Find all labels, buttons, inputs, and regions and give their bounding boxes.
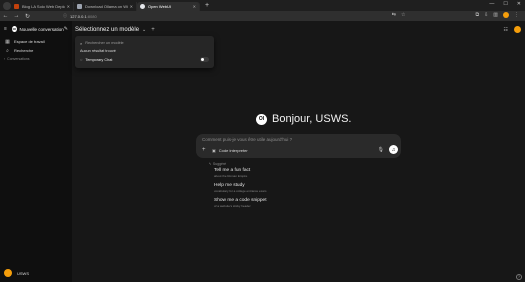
main-area: Sélectionnez un modèle ⌄ + ☷ ⌕ Recherche… bbox=[72, 21, 525, 282]
tab-favicon-icon bbox=[140, 4, 145, 9]
sidebar-header: ≡ OI Nouvelle conversation ✎ bbox=[0, 21, 72, 37]
sidebar: ≡ OI Nouvelle conversation ✎ ▦ Espace de… bbox=[0, 21, 72, 282]
search-placeholder: Rechercher un modèle bbox=[85, 41, 124, 45]
translate-icon[interactable]: ⇆ bbox=[392, 12, 396, 18]
new-tab-icon[interactable]: + bbox=[205, 2, 209, 9]
user-menu[interactable]: USWS bbox=[4, 269, 29, 277]
tool-label: Code interpreter bbox=[218, 148, 248, 153]
hamburger-icon[interactable]: ≡ bbox=[4, 26, 7, 32]
section-label: Conversations bbox=[7, 57, 30, 61]
window-controls: — ☐ ✕ bbox=[489, 1, 521, 7]
sidebar-item-workspace[interactable]: ▦ Espace de travail bbox=[0, 37, 72, 46]
app-logo-icon: OI bbox=[11, 26, 17, 32]
downloads-icon[interactable]: ⇩ bbox=[484, 12, 488, 18]
suggestion-subtitle: vocabulary for a college entrance exam bbox=[214, 189, 267, 193]
close-window-icon[interactable]: ✕ bbox=[517, 1, 521, 7]
browser-tab[interactable]: Blog LA Solo Web Deployment ✕ bbox=[11, 2, 74, 11]
tab-strip: Blog LA Solo Web Deployment ✕ Download O… bbox=[0, 0, 525, 11]
workspace-icon: ▦ bbox=[5, 38, 10, 45]
help-icon[interactable]: ? bbox=[516, 274, 522, 280]
close-tab-icon[interactable]: ✕ bbox=[130, 4, 133, 9]
close-tab-icon[interactable]: ✕ bbox=[193, 4, 196, 9]
code-interpreter-button[interactable]: ▣ Code interpreter bbox=[212, 148, 248, 153]
sidebar-item-search[interactable]: ⌕ Recherche bbox=[0, 46, 72, 55]
main-header-actions: ☷ bbox=[504, 26, 521, 33]
suggestion-item[interactable]: Show me a code snippet of a website's st… bbox=[214, 198, 267, 208]
model-search-input[interactable]: ⌕ Rechercher un modèle bbox=[75, 39, 214, 47]
browser-tab-active[interactable]: Open WebUI ✕ bbox=[137, 2, 200, 11]
maximize-icon[interactable]: ☐ bbox=[503, 1, 507, 7]
tab-title: Download Ollama on Windows bbox=[85, 4, 128, 9]
bookmark-icon[interactable]: ☆ bbox=[401, 12, 405, 18]
suggestion-item[interactable]: Tell me a fun fact about the Roman Empir… bbox=[214, 168, 250, 178]
url-host: 127.0.0.1 bbox=[70, 13, 87, 19]
controls-icon[interactable]: ☷ bbox=[504, 27, 508, 33]
tab-title: Open WebUI bbox=[148, 4, 172, 9]
attach-icon[interactable]: + bbox=[202, 147, 206, 153]
model-dropdown: ⌕ Rechercher un modèle Aucun résultat tr… bbox=[75, 36, 214, 68]
terminal-icon: ▣ bbox=[212, 148, 216, 153]
temporary-chat-label: Temporary Chat bbox=[85, 57, 113, 62]
tab-favicon-icon bbox=[14, 4, 19, 9]
sidebar-item-label: Espace de travail bbox=[14, 39, 45, 44]
temporary-chat-toggle[interactable] bbox=[200, 57, 209, 62]
suggestion-subtitle: of a website's sticky header bbox=[214, 204, 251, 208]
avatar bbox=[4, 269, 12, 277]
address-bar: ← → ↻ ⓘ 127.0.0.1:8080 ⇆ ☆ ⧉ ⇩ ▥ ⋮ bbox=[0, 11, 525, 21]
suggestion-title: Show me a code snippet bbox=[214, 198, 267, 203]
url-path: :8080 bbox=[86, 13, 97, 19]
edit-icon[interactable]: ✎ bbox=[64, 26, 68, 32]
suggested-header: ϟ Suggéré bbox=[209, 162, 226, 166]
user-name: USWS bbox=[17, 270, 29, 276]
temporary-chat-icon: ◌ bbox=[80, 57, 83, 62]
forward-icon[interactable]: → bbox=[11, 13, 22, 19]
greeting-text: Bonjour, USWS. bbox=[272, 113, 352, 125]
browser-toolbar: ⇆ ☆ ⧉ ⇩ ▥ ⋮ bbox=[392, 12, 519, 18]
chevron-down-icon: ⌄ bbox=[142, 27, 147, 33]
chat-input-box: Comment puis-je vous être utile aujourd'… bbox=[196, 134, 401, 158]
voice-mode-button[interactable]: ♫ bbox=[389, 145, 398, 154]
temporary-chat-row[interactable]: ◌ Temporary Chat bbox=[75, 55, 214, 64]
tab-title: Blog LA Solo Web Deployment bbox=[22, 4, 65, 9]
suggestion-item[interactable]: Help me study vocabulary for a college e… bbox=[214, 183, 266, 193]
suggestion-title: Help me study bbox=[214, 183, 245, 188]
site-info-icon[interactable]: ⓘ bbox=[63, 13, 67, 19]
microphone-icon[interactable]: 🎙 bbox=[378, 147, 384, 153]
sidebar-icon[interactable]: ▥ bbox=[493, 12, 498, 18]
model-selector[interactable]: Sélectionnez un modèle ⌄ + bbox=[75, 27, 155, 33]
back-icon[interactable]: ← bbox=[0, 13, 11, 19]
sidebar-section-conversations[interactable]: › Conversations bbox=[0, 55, 72, 63]
extensions-icon[interactable]: ⧉ bbox=[475, 12, 479, 18]
app-logo-icon: OI bbox=[256, 113, 267, 125]
close-tab-icon[interactable]: ✕ bbox=[67, 4, 70, 9]
browser-tab[interactable]: Download Ollama on Windows ✕ bbox=[74, 2, 137, 11]
chevron-right-icon: › bbox=[4, 57, 6, 61]
model-selector-label: Sélectionnez un modèle bbox=[75, 27, 140, 33]
menu-icon[interactable]: ⋮ bbox=[514, 12, 519, 18]
tab-favicon-icon bbox=[77, 4, 82, 9]
toggle-knob bbox=[201, 58, 204, 61]
new-chat-button[interactable]: Nouvelle conversation bbox=[20, 27, 64, 32]
minimize-icon[interactable]: — bbox=[489, 1, 494, 7]
no-results-text: Aucun résultat trouvé bbox=[80, 49, 116, 53]
greeting: OI Bonjour, USWS. bbox=[256, 113, 351, 125]
search-icon: ⌕ bbox=[6, 47, 9, 54]
suggestion-title: Tell me a fun fact bbox=[214, 168, 251, 173]
search-icon: ⌕ bbox=[80, 40, 83, 46]
reload-icon[interactable]: ↻ bbox=[22, 13, 33, 20]
suggestion-subtitle: about the Roman Empire bbox=[214, 174, 248, 178]
lightning-icon: ϟ bbox=[209, 162, 211, 166]
profile-avatar[interactable] bbox=[503, 12, 509, 18]
add-model-icon[interactable]: + bbox=[151, 27, 155, 33]
avatar[interactable] bbox=[514, 26, 521, 33]
url-field[interactable]: ⓘ 127.0.0.1:8080 bbox=[63, 13, 97, 19]
tab-actions-icon[interactable] bbox=[3, 1, 11, 10]
chat-input[interactable]: Comment puis-je vous être utile aujourd'… bbox=[202, 137, 292, 142]
suggested-label: Suggéré bbox=[212, 162, 227, 166]
sidebar-item-label: Recherche bbox=[14, 48, 34, 53]
